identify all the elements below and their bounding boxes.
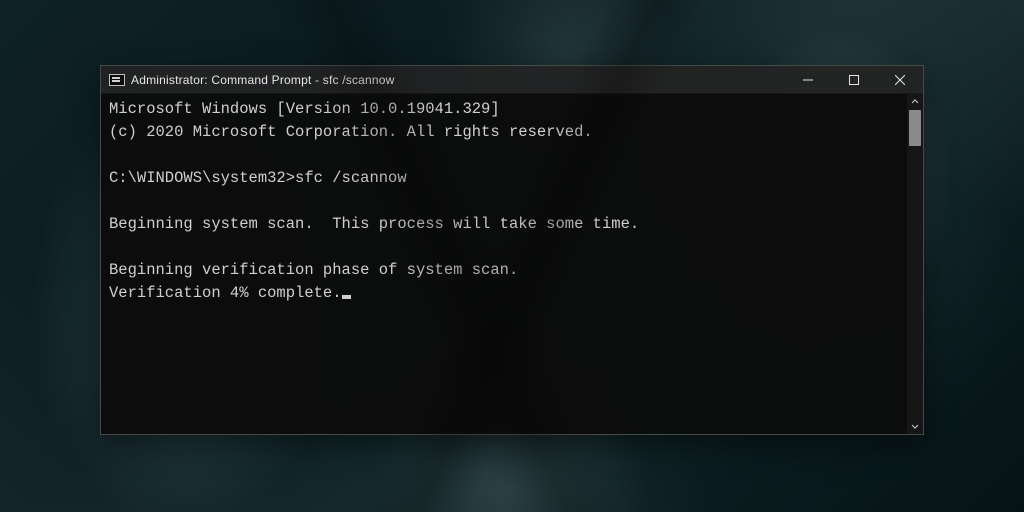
scroll-up-button[interactable] — [907, 94, 923, 110]
window-title: Administrator: Command Prompt - sfc /sca… — [131, 73, 395, 87]
banner-line-1: Microsoft Windows [Version 10.0.19041.32… — [109, 100, 500, 118]
terminal-output[interactable]: Microsoft Windows [Version 10.0.19041.32… — [101, 94, 923, 313]
command-prompt-window: Administrator: Command Prompt - sfc /sca… — [100, 65, 924, 435]
entered-command: sfc /scannow — [295, 169, 407, 187]
chevron-up-icon — [911, 98, 919, 106]
vertical-scrollbar[interactable] — [907, 94, 923, 434]
close-icon — [895, 75, 905, 85]
minimize-button[interactable] — [785, 66, 831, 93]
banner-line-2: (c) 2020 Microsoft Corporation. All righ… — [109, 123, 593, 141]
prompt: C:\WINDOWS\system32> — [109, 169, 295, 187]
chevron-down-icon — [911, 422, 919, 430]
scan-begin-message: Beginning system scan. This process will… — [109, 215, 639, 233]
scrollbar-thumb[interactable] — [909, 110, 921, 146]
scroll-down-button[interactable] — [907, 418, 923, 434]
terminal-client-area: Microsoft Windows [Version 10.0.19041.32… — [101, 94, 923, 434]
verify-progress-message: Verification 4% complete. — [109, 284, 342, 302]
maximize-icon — [849, 75, 859, 85]
verify-begin-message: Beginning verification phase of system s… — [109, 261, 518, 279]
window-controls — [785, 66, 923, 93]
maximize-button[interactable] — [831, 66, 877, 93]
titlebar[interactable]: Administrator: Command Prompt - sfc /sca… — [101, 66, 923, 94]
minimize-icon — [803, 75, 813, 85]
text-cursor — [342, 295, 351, 299]
cmd-app-icon — [109, 74, 125, 86]
close-button[interactable] — [877, 66, 923, 93]
